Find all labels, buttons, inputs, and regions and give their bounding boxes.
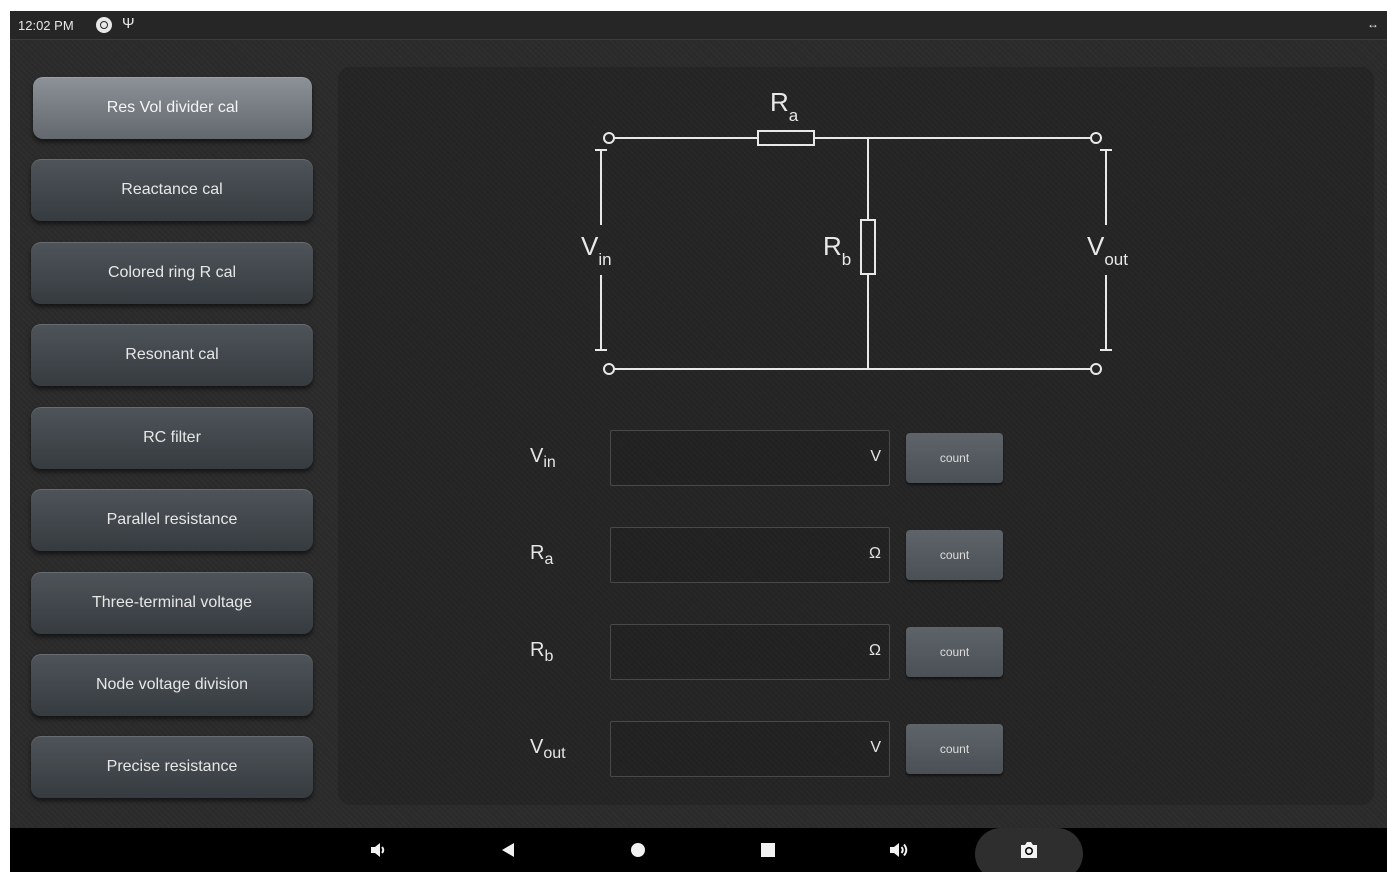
ra-count-button[interactable]: count xyxy=(906,530,1003,580)
home-icon[interactable] xyxy=(626,828,650,872)
vout-label: Vout xyxy=(1087,231,1128,269)
ra-field-label: Ra xyxy=(530,542,554,568)
screenshot-camera-icon[interactable] xyxy=(1016,828,1042,872)
back-icon[interactable] xyxy=(496,828,520,872)
sidebar-item-label: Resonant cal xyxy=(125,346,219,363)
sidebar-item-label: Three-terminal voltage xyxy=(91,594,253,611)
sidebar-item-label: Parallel resistance xyxy=(106,511,238,528)
vin-unit: V xyxy=(870,448,881,465)
sidebar-item-label: Res Vol divider cal xyxy=(106,99,239,116)
sidebar-item-precise-resistance[interactable]: Precise resistance xyxy=(31,736,313,798)
calculator-panel: Ra Rb Vin Vout Vin V count Ra Ω count Rb… xyxy=(338,67,1374,805)
ra-input[interactable]: Ω xyxy=(610,527,890,583)
ra-unit: Ω xyxy=(869,545,881,562)
rb-label: Rb xyxy=(823,231,851,269)
terminal-out-top xyxy=(1090,132,1102,144)
sidebar-item-parallel-resistance[interactable]: Parallel resistance xyxy=(31,489,313,551)
rb-count-button[interactable]: count xyxy=(906,627,1003,677)
terminal-in-top xyxy=(603,132,615,144)
vin-count-button[interactable]: count xyxy=(906,433,1003,483)
sidebar-item-label: Node voltage division xyxy=(95,676,249,693)
status-bar: 12:02 PM Ψ ↔ xyxy=(10,11,1387,40)
navigation-bar xyxy=(10,828,1387,872)
vin-label: Vin xyxy=(581,231,612,269)
vout-unit: V xyxy=(870,739,881,756)
volume-up-icon[interactable] xyxy=(886,828,912,872)
vout-input[interactable]: V xyxy=(610,721,890,777)
sidebar-item-reactance[interactable]: Reactance cal xyxy=(31,159,313,221)
sidebar-item-rc-filter[interactable]: RC filter xyxy=(31,407,313,469)
sidebar-item-colored-ring[interactable]: Colored ring R cal xyxy=(31,242,313,304)
sidebar-item-node-voltage[interactable]: Node voltage division xyxy=(31,654,313,716)
sidebar-item-res-vol-divider[interactable]: Res Vol divider cal xyxy=(33,77,312,139)
sidebar-item-resonant[interactable]: Resonant cal xyxy=(31,324,313,386)
vin-field-label: Vin xyxy=(530,445,556,471)
terminal-in-bottom xyxy=(603,363,615,375)
sidebar-item-label: Reactance cal xyxy=(121,181,223,198)
sidebar-item-label: Precise resistance xyxy=(106,758,238,775)
resistor-ra-symbol xyxy=(757,130,815,146)
status-time: 12:02 PM xyxy=(18,18,74,33)
vout-field-label: Vout xyxy=(530,736,566,762)
vout-count-button[interactable]: count xyxy=(906,724,1003,774)
app-screen: 12:02 PM Ψ ↔ Res Vol divider cal Reactan… xyxy=(10,11,1387,872)
camera-circle-icon xyxy=(96,17,112,33)
terminal-out-bottom xyxy=(1090,363,1102,375)
resistor-rb-symbol xyxy=(860,219,876,275)
ra-label: Ra xyxy=(770,87,799,125)
rb-unit: Ω xyxy=(869,642,881,659)
sidebar-item-label: RC filter xyxy=(143,429,201,446)
volume-down-icon[interactable] xyxy=(366,828,390,872)
recents-icon[interactable] xyxy=(756,828,780,872)
rotate-arrows-icon: ↔ xyxy=(1367,17,1379,31)
circuit-diagram: Ra Rb Vin Vout xyxy=(581,87,1128,375)
rb-field-label: Rb xyxy=(530,639,554,665)
rb-input[interactable]: Ω xyxy=(610,624,890,680)
sidebar-item-label: Colored ring R cal xyxy=(107,264,237,281)
vin-input[interactable]: V xyxy=(610,430,890,486)
sidebar-item-three-terminal[interactable]: Three-terminal voltage xyxy=(31,572,313,634)
usb-icon: Ψ xyxy=(122,15,135,32)
